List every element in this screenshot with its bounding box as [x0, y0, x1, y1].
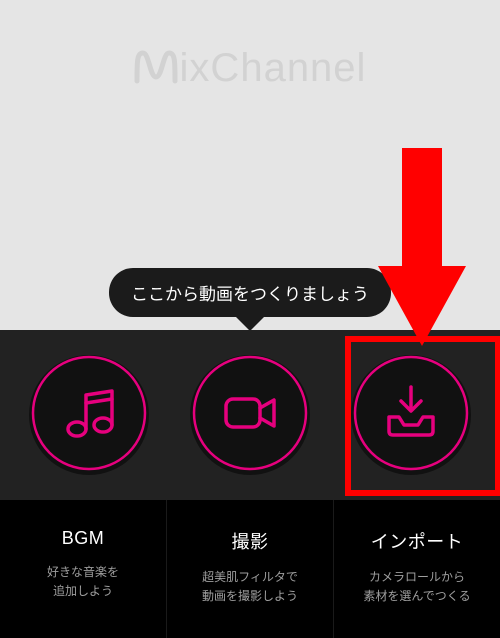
labels-row: BGM 好きな音楽を 追加しよう 撮影 超美肌フィルタで 動画を撮影しよう イン…	[0, 500, 500, 638]
bgm-subtitle: 好きな音楽を 追加しよう	[10, 563, 156, 601]
record-button[interactable]	[190, 355, 310, 475]
record-title: 撮影	[177, 528, 323, 554]
import-button[interactable]	[351, 355, 471, 475]
logo-text: ixChannel	[180, 46, 367, 90]
import-label-col: インポート カメラロールから 素材を選んでつくる	[334, 500, 500, 638]
bgm-label-col: BGM 好きな音楽を 追加しよう	[0, 500, 167, 638]
bgm-button[interactable]	[29, 355, 149, 475]
bgm-title: BGM	[10, 528, 156, 549]
import-subtitle: カメラロールから 素材を選んでつくる	[344, 568, 490, 606]
record-subtitle: 超美肌フィルタで 動画を撮影しよう	[177, 568, 323, 606]
action-bar	[0, 330, 500, 500]
app-logo: ixChannel	[0, 46, 500, 95]
hint-tooltip: ここから動画をつくりましょう	[109, 268, 391, 317]
logo-mark-icon	[134, 47, 178, 95]
import-title: インポート	[344, 528, 490, 554]
record-label-col: 撮影 超美肌フィルタで 動画を撮影しよう	[167, 500, 334, 638]
hint-text: ここから動画をつくりましょう	[131, 285, 369, 304]
download-tray-icon	[351, 353, 471, 478]
video-camera-icon	[190, 353, 310, 478]
music-note-icon	[29, 353, 149, 478]
